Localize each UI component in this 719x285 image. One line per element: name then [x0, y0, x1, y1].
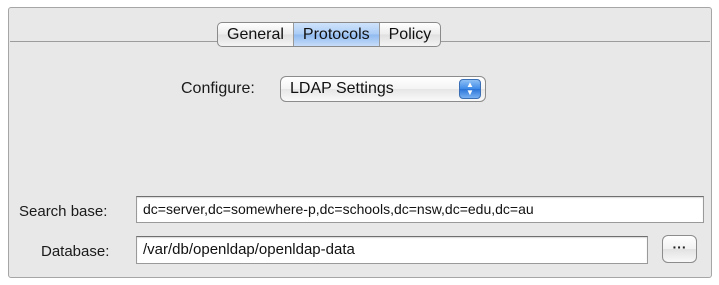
database-label: Database: [41, 243, 110, 260]
tab-policy[interactable]: Policy [380, 23, 441, 46]
up-down-arrows-icon: ▲ ▼ [459, 79, 481, 99]
database-field[interactable]: /var/db/openldap/openldap-data [136, 236, 648, 264]
configure-label: Configure: [181, 80, 255, 97]
tab-bar: General Protocols Policy [217, 22, 442, 47]
configure-popup-value: LDAP Settings [290, 80, 394, 97]
search-base-label: Search base: [19, 203, 108, 220]
configure-popup[interactable]: LDAP Settings ▲ ▼ [280, 76, 486, 102]
browse-button[interactable]: ··· [662, 235, 697, 263]
tab-general[interactable]: General [218, 23, 294, 46]
tab-protocols[interactable]: Protocols [293, 23, 380, 46]
search-base-field[interactable]: dc=server,dc=somewhere-p,dc=schools,dc=n… [136, 196, 704, 223]
